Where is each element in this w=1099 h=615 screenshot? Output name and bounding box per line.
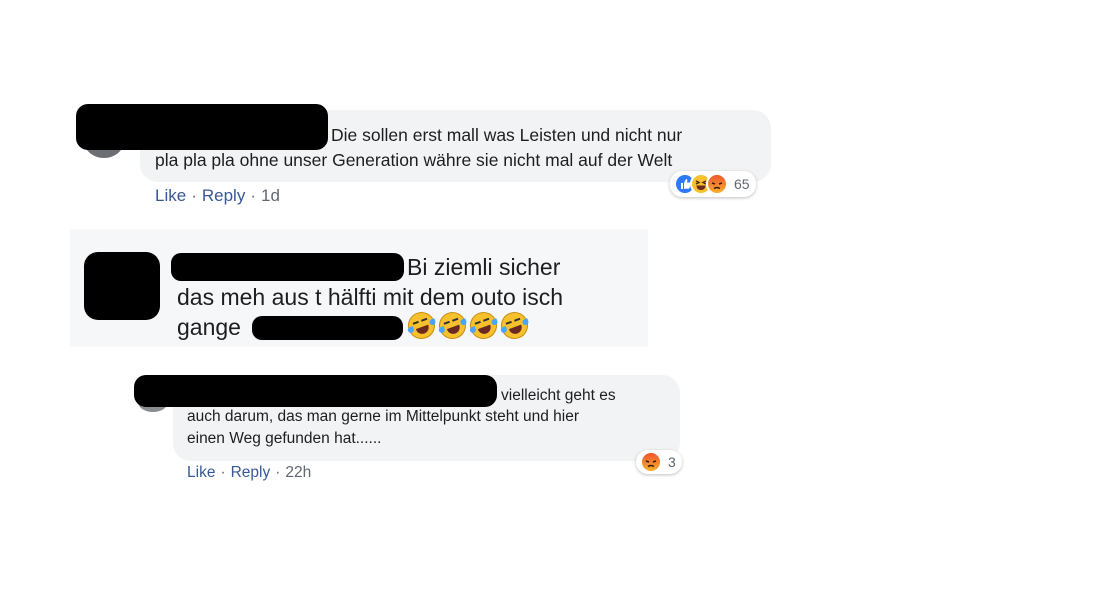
reaction-count: 65	[734, 176, 750, 192]
comment-text-line: das meh aus t hälfti mit dem outo isch	[177, 284, 564, 310]
separator: ·	[191, 186, 197, 205]
reaction-summary[interactable]: 3	[636, 450, 682, 474]
rofl-emoji	[497, 308, 532, 343]
reaction-count: 3	[668, 454, 676, 470]
emoji-row	[404, 308, 532, 344]
like-link[interactable]: Like	[187, 464, 215, 481]
reply-link[interactable]: Reply	[202, 186, 245, 205]
timestamp[interactable]: 22h	[285, 464, 311, 481]
comment-text-line: vielleicht geht es	[501, 387, 616, 404]
reply-link[interactable]: Reply	[231, 464, 271, 481]
comment-text-line: pla pla pla ohne unser Generation währe …	[155, 150, 673, 170]
comment-text-line: einen Weg gefunden hat......	[187, 430, 382, 447]
redacted-avatar	[84, 252, 160, 320]
comment-text-line: Die sollen erst mall was Leisten und nic…	[331, 125, 683, 145]
reaction-summary[interactable]: 65	[670, 171, 756, 197]
timestamp[interactable]: 1d	[261, 186, 280, 205]
like-link[interactable]: Like	[155, 186, 186, 205]
separator: ·	[220, 464, 226, 481]
angry-icon	[706, 173, 728, 195]
separator: ·	[250, 186, 256, 205]
angry-icon	[640, 451, 662, 473]
rofl-emoji	[435, 308, 470, 343]
rofl-emoji	[404, 308, 439, 343]
comment-actions: Like · Reply · 1d	[155, 186, 280, 206]
redacted-author-name	[76, 104, 328, 150]
redacted-author-name	[171, 253, 404, 281]
redacted-mention	[252, 316, 403, 340]
comment-text-line: gange	[177, 314, 241, 340]
comment-text-line: auch darum, das man gerne im Mittelpunkt…	[187, 408, 580, 425]
redacted-author-name	[134, 375, 497, 407]
separator: ·	[275, 464, 281, 481]
comment-actions: Like · Reply · 22h	[187, 464, 311, 482]
rofl-emoji	[466, 308, 501, 343]
comment-text-line: Bi ziemli sicher	[407, 254, 561, 280]
